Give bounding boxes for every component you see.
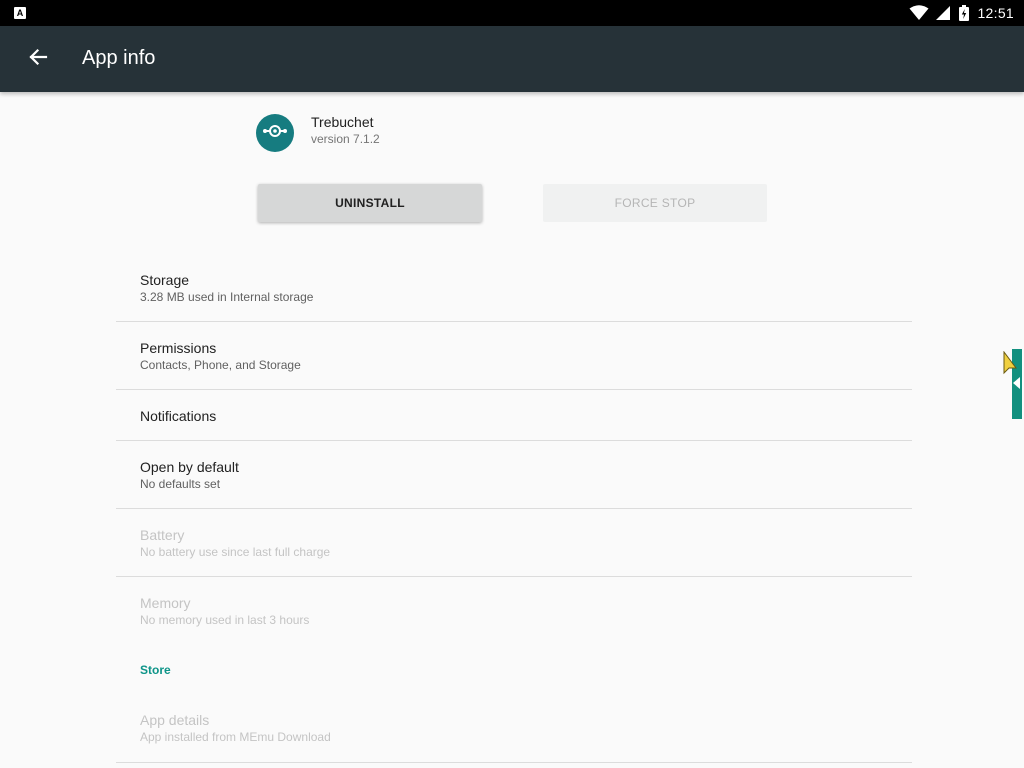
app-details-item: App details App installed from MEmu Down… — [116, 694, 912, 761]
force-stop-button[interactable]: FORCE STOP — [543, 184, 767, 222]
app-bar: App info — [0, 26, 1024, 92]
uninstall-button[interactable]: UNINSTALL — [258, 184, 482, 222]
clock: 12:51 — [977, 5, 1014, 21]
status-bar: A 12:51 — [0, 0, 1024, 26]
app-details-title: App details — [140, 712, 210, 728]
notification-icon: A — [14, 7, 26, 19]
trebuchet-logo-icon — [256, 112, 294, 155]
battery-summary: No battery use since last full charge — [140, 545, 331, 559]
storage-title: Storage — [140, 272, 190, 288]
signal-icon — [935, 5, 951, 21]
permissions-title: Permissions — [140, 340, 217, 356]
back-button[interactable] — [18, 39, 58, 79]
page-title: App info — [82, 47, 156, 69]
permissions-item[interactable]: Permissions Contacts, Phone, and Storage — [116, 322, 912, 389]
app-details-summary: App installed from MEmu Download — [140, 730, 331, 744]
app-version: version 7.1.2 — [311, 132, 380, 146]
battery-item: Battery No battery use since last full c… — [116, 509, 912, 576]
battery-title: Battery — [140, 527, 185, 543]
open-by-default-title: Open by default — [140, 459, 239, 475]
app-icon — [256, 114, 294, 152]
status-icons: 12:51 — [909, 0, 1024, 26]
memory-summary: No memory used in last 3 hours — [140, 613, 310, 627]
open-by-default-summary: No defaults set — [140, 477, 221, 491]
divider — [116, 762, 912, 763]
notifications-item[interactable]: Notifications — [116, 390, 912, 440]
store-section-header: Store — [140, 663, 171, 677]
permissions-summary: Contacts, Phone, and Storage — [140, 358, 301, 372]
memory-title: Memory — [140, 595, 191, 611]
wifi-icon — [909, 5, 929, 21]
memory-item: Memory No memory used in last 3 hours — [116, 577, 912, 644]
storage-item[interactable]: Storage 3.28 MB used in Internal storage — [116, 262, 912, 321]
mouse-cursor-icon — [1003, 350, 1017, 382]
notifications-title: Notifications — [140, 408, 217, 424]
app-name: Trebuchet — [311, 114, 374, 130]
battery-charging-icon — [959, 5, 970, 21]
arrow-back-icon — [28, 47, 48, 72]
storage-summary: 3.28 MB used in Internal storage — [140, 290, 314, 304]
open-by-default-item[interactable]: Open by default No defaults set — [116, 441, 912, 508]
